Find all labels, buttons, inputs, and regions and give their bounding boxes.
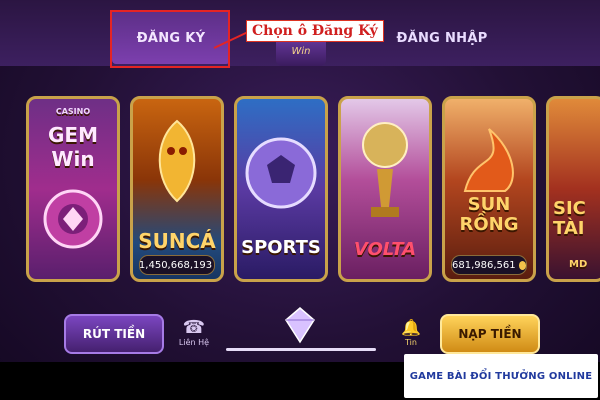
card-title: GEM Win (48, 123, 98, 171)
chip-icon (43, 189, 103, 249)
withdraw-button[interactable]: RÚT TIỀN (64, 314, 164, 354)
game-card-gemwin[interactable]: CASINO GEM Win (26, 96, 120, 282)
notification-label: Tin (405, 338, 417, 347)
coin-icon (518, 260, 526, 270)
bell-icon: 🔔 (401, 318, 421, 337)
trophy-icon (362, 122, 408, 217)
dragon-icon (158, 119, 196, 203)
contact-label: Liên Hệ (178, 338, 210, 347)
game-lobby-screen: ĐĂNG KÝ Win ĐĂNG NHẬP Chọn ô Đăng Ký CAS… (0, 0, 600, 400)
card-title: SIC TÀI (553, 198, 586, 239)
jackpot-value: 681,986,561 (452, 259, 516, 271)
deposit-button[interactable]: NẠP TIỀN (440, 314, 540, 354)
fire-dragon-icon (463, 128, 514, 192)
brand-watermark: GAME BÀI ĐỔI THƯỞNG ONLINE (404, 354, 598, 398)
callout-label: Chọn ô Đăng Ký (246, 20, 384, 42)
diamond-icon (285, 307, 315, 344)
game-card-sunca[interactable]: SUNCÁ 1,450,668,193 (130, 96, 224, 282)
contact-button[interactable]: ☎ Liên Hệ (174, 317, 214, 348)
home-indicator (226, 348, 376, 351)
card-small-label: MD (569, 259, 588, 270)
deposit-label: NẠP TIỀN (458, 327, 522, 341)
withdraw-label: RÚT TIỀN (82, 327, 146, 341)
game-card-sunrong[interactable]: SUN RỒNG 681,986,561 (442, 96, 536, 282)
game-card-sports[interactable]: SPORTS (234, 96, 328, 282)
card-title: SUN RỒNG (459, 194, 519, 235)
jackpot-counter: 681,986,561 (451, 255, 527, 275)
card-title: VOLTA (353, 239, 417, 260)
jackpot-counter: 1,450,668,193 (139, 255, 215, 275)
jackpot-value: 1,450,668,193 (138, 259, 213, 271)
brand-text: GAME BÀI ĐỔI THƯỞNG ONLINE (409, 370, 593, 382)
card-title: SUNCÁ (138, 229, 216, 253)
game-card-sictai[interactable]: SIC TÀI MD (546, 96, 600, 282)
notification-button[interactable]: 🔔 Tin (396, 318, 426, 347)
card-small-label: CASINO (55, 107, 91, 116)
phone-icon: ☎ (182, 317, 206, 338)
game-card-volta[interactable]: VOLTA (338, 96, 432, 282)
soccer-ball-icon (245, 137, 317, 209)
card-title: SPORTS (241, 237, 321, 258)
